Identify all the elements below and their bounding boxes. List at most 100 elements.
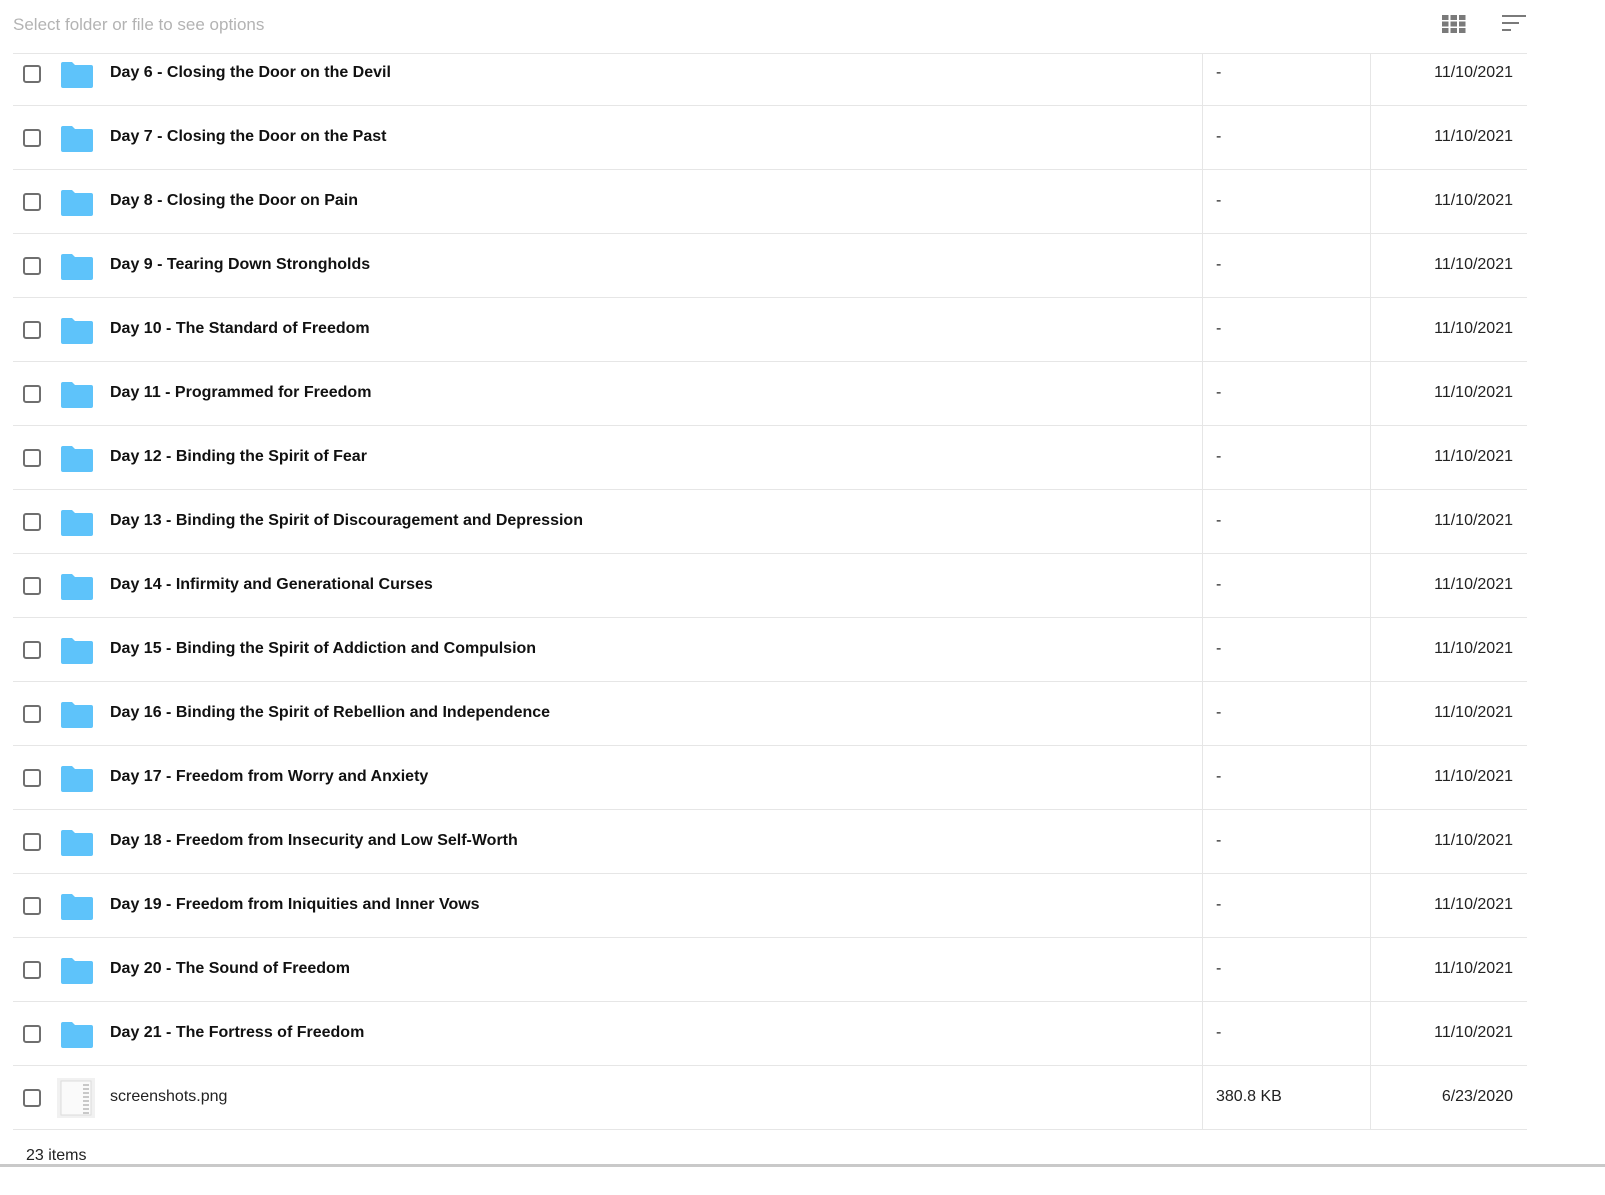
row-checkbox[interactable] <box>23 321 41 339</box>
item-size: 380.8 KB <box>1216 1088 1282 1105</box>
column-divider <box>1202 298 1203 361</box>
row-checkbox[interactable] <box>23 65 41 83</box>
folder-name[interactable]: Day 13 - Binding the Spirit of Discourag… <box>110 512 583 530</box>
folder-row[interactable]: Day 9 - Tearing Down Strongholds - 11/10/2… <box>13 234 1527 298</box>
file-name[interactable]: screenshots.png <box>110 1088 227 1106</box>
folder-name[interactable]: Day 20 - The Sound of Freedom <box>110 960 350 978</box>
column-divider <box>1202 746 1203 809</box>
folder-name[interactable]: Day 15 - Binding the Spirit of Addiction… <box>110 640 536 658</box>
folder-icon <box>61 382 93 408</box>
item-date: 6/23/2020 <box>1441 1088 1513 1105</box>
row-checkbox[interactable] <box>23 769 41 787</box>
folder-row[interactable]: Day 14 - Infirmity and Generational Curs… <box>13 554 1527 618</box>
column-divider <box>1370 106 1371 169</box>
folder-name[interactable]: Day 6 - Closing the Door on the Devil <box>110 64 391 82</box>
folder-name[interactable]: Day 18 - Freedom from Insecurity and Low… <box>110 832 518 850</box>
column-divider <box>1202 874 1203 937</box>
row-checkbox[interactable] <box>23 641 41 659</box>
column-divider <box>1370 554 1371 617</box>
folder-icon <box>61 318 93 344</box>
item-date: 11/10/2021 <box>1434 832 1513 849</box>
folder-row[interactable]: Day 16 - Binding the Spirit of Rebellion… <box>13 682 1527 746</box>
folder-icon <box>61 1022 93 1048</box>
folder-name[interactable]: Day 8 - Closing the Door on Pain <box>110 192 358 210</box>
item-date: 11/10/2021 <box>1434 640 1513 657</box>
folder-row[interactable]: Day 20 - The Sound of Freedom - 11/10/2021 <box>13 938 1527 1002</box>
row-checkbox[interactable] <box>23 705 41 723</box>
column-divider <box>1370 682 1371 745</box>
column-divider <box>1370 170 1371 233</box>
folder-row[interactable]: Day 7 - Closing the Door on the Past - 11/… <box>13 106 1527 170</box>
row-checkbox[interactable] <box>23 1025 41 1043</box>
item-size: - <box>1216 960 1222 977</box>
column-divider <box>1202 362 1203 425</box>
item-date: 11/10/2021 <box>1434 192 1513 209</box>
folder-name[interactable]: Day 21 - The Fortress of Freedom <box>110 1024 364 1042</box>
item-size: - <box>1216 832 1222 849</box>
item-size: - <box>1216 448 1222 465</box>
folder-row[interactable]: Day 17 - Freedom from Worry and Anxiety -… <box>13 746 1527 810</box>
folder-row[interactable]: Day 13 - Binding the Spirit of Discourag… <box>13 490 1527 554</box>
file-row[interactable]: screenshots.png 380.8 KB 6/23/2020 <box>13 1066 1527 1130</box>
item-size: - <box>1216 576 1222 593</box>
grid-view-icon[interactable] <box>1442 14 1466 34</box>
folder-row[interactable]: Day 19 - Freedom from Iniquities and Inn… <box>13 874 1527 938</box>
column-divider <box>1202 938 1203 1001</box>
folder-icon <box>61 510 93 536</box>
row-checkbox[interactable] <box>23 577 41 595</box>
folder-icon <box>61 446 93 472</box>
column-divider <box>1370 234 1371 297</box>
item-size: - <box>1216 512 1222 529</box>
item-date: 11/10/2021 <box>1434 64 1513 81</box>
folder-name[interactable]: Day 14 - Infirmity and Generational Curs… <box>110 576 433 594</box>
row-checkbox[interactable] <box>23 961 41 979</box>
row-checkbox[interactable] <box>23 449 41 467</box>
column-divider <box>1202 234 1203 297</box>
folder-row[interactable]: Day 10 - The Standard of Freedom - 11/10/2… <box>13 298 1527 362</box>
sort-icon[interactable] <box>1502 14 1528 34</box>
item-date: 11/10/2021 <box>1434 896 1513 913</box>
column-divider <box>1202 682 1203 745</box>
folder-name[interactable]: Day 16 - Binding the Spirit of Rebellion… <box>110 704 550 722</box>
folder-row[interactable]: Day 15 - Binding the Spirit of Addiction… <box>13 618 1527 682</box>
row-checkbox[interactable] <box>23 129 41 147</box>
folder-icon <box>61 830 93 856</box>
folder-icon <box>61 702 93 728</box>
folder-row[interactable]: Day 6 - Closing the Door on the Devil - 11… <box>13 54 1527 106</box>
folder-name[interactable]: Day 7 - Closing the Door on the Past <box>110 128 386 146</box>
column-divider <box>1370 54 1371 105</box>
folder-row[interactable]: Day 18 - Freedom from Insecurity and Low… <box>13 810 1527 874</box>
folder-row[interactable]: Day 21 - The Fortress of Freedom - 11/10/2… <box>13 1002 1527 1066</box>
item-size: - <box>1216 640 1222 657</box>
row-checkbox[interactable] <box>23 513 41 531</box>
column-divider <box>1202 1066 1203 1129</box>
row-checkbox[interactable] <box>23 897 41 915</box>
folder-icon <box>61 958 93 984</box>
folder-row[interactable]: Day 8 - Closing the Door on Pain - 11/10/2… <box>13 170 1527 234</box>
folder-name[interactable]: Day 10 - The Standard of Freedom <box>110 320 370 338</box>
row-checkbox[interactable] <box>23 193 41 211</box>
item-size: - <box>1216 768 1222 785</box>
column-divider <box>1370 298 1371 361</box>
item-date: 11/10/2021 <box>1434 448 1513 465</box>
row-checkbox[interactable] <box>23 833 41 851</box>
column-divider <box>1202 170 1203 233</box>
row-checkbox[interactable] <box>23 385 41 403</box>
image-file-icon <box>57 1078 95 1118</box>
folder-name[interactable]: Day 11 - Programmed for Freedom <box>110 384 371 402</box>
column-divider <box>1202 1002 1203 1065</box>
folder-icon <box>61 254 93 280</box>
folder-name[interactable]: Day 9 - Tearing Down Strongholds <box>110 256 370 274</box>
folder-row[interactable]: Day 12 - Binding the Spirit of Fear - 11/1… <box>13 426 1527 490</box>
folder-name[interactable]: Day 17 - Freedom from Worry and Anxiety <box>110 768 428 786</box>
row-checkbox[interactable] <box>23 1089 41 1107</box>
row-checkbox[interactable] <box>23 257 41 275</box>
folder-row[interactable]: Day 11 - Programmed for Freedom - 11/10/20… <box>13 362 1527 426</box>
item-size: - <box>1216 384 1222 401</box>
column-divider <box>1202 106 1203 169</box>
folder-name[interactable]: Day 12 - Binding the Spirit of Fear <box>110 448 367 466</box>
column-divider <box>1370 1066 1371 1129</box>
folder-icon <box>61 638 93 664</box>
folder-name[interactable]: Day 19 - Freedom from Iniquities and Inn… <box>110 896 480 914</box>
folder-icon <box>61 62 93 88</box>
